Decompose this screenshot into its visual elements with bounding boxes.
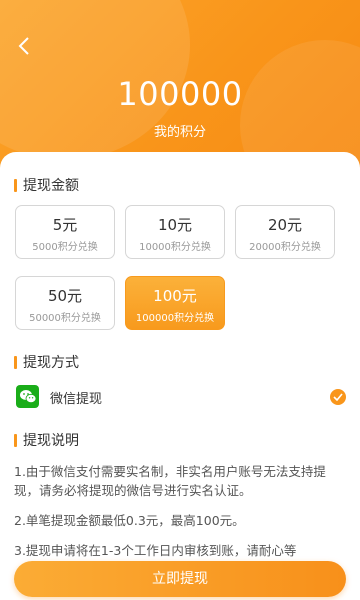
amount-value: 20元 — [267, 216, 303, 234]
withdraw-notes: 1.由于微信支付需要实名制，非实名用户账号无法支持提现，请务必将提现的微信号进行… — [14, 462, 346, 571]
amount-value: 10元 — [157, 216, 193, 234]
withdraw-now-button[interactable]: 立即提现 — [14, 561, 346, 597]
points-value: 100000 — [117, 75, 243, 113]
wechat-icon — [16, 385, 39, 408]
amount-cost: 100000积分兑换 — [135, 313, 215, 324]
method-section-title: 提现方式 — [14, 352, 79, 372]
chevron-left-icon — [18, 37, 29, 55]
note-item: 3.提现申请将在1-3个工作日内审核到账，请耐心等 — [14, 543, 297, 558]
points-header: 100000 我的积分 — [0, 0, 360, 175]
check-icon[interactable] — [330, 389, 346, 405]
section-marker — [14, 355, 17, 369]
amount-value: 100元 — [153, 287, 197, 305]
points-label: 我的积分 — [153, 125, 206, 140]
amount-section-title-text: 提现金额 — [23, 178, 79, 194]
amount-option-5[interactable]: 5元 5000积分兑换 — [15, 205, 115, 259]
section-marker — [14, 178, 17, 192]
wechat-withdraw-option[interactable]: 微信提现 — [0, 384, 360, 410]
amount-option-10[interactable]: 10元 10000积分兑换 — [125, 205, 225, 259]
notes-section-title: 提现说明 — [14, 430, 79, 450]
amount-cost: 50000积分兑换 — [29, 313, 101, 324]
amount-option-20[interactable]: 20元 20000积分兑换 — [235, 205, 335, 259]
amount-cost: 10000积分兑换 — [139, 242, 211, 253]
amount-value: 5元 — [52, 216, 78, 234]
amount-cost: 20000积分兑换 — [249, 242, 321, 253]
section-marker — [14, 433, 17, 447]
amount-value: 50元 — [47, 287, 83, 305]
amount-section-title: 提现金额 — [14, 175, 79, 195]
note-item: 1.由于微信支付需要实名制，非实名用户账号无法支持提现，请务必将提现的微信号进行… — [14, 464, 326, 498]
notes-section-title-text: 提现说明 — [23, 433, 79, 449]
note-item: 2.单笔提现金额最低0.3元，最高100元。 — [14, 513, 245, 528]
back-button[interactable] — [12, 34, 36, 58]
amount-option-50[interactable]: 50元 50000积分兑换 — [15, 276, 115, 330]
wechat-withdraw-label: 微信提现 — [50, 392, 103, 407]
amount-option-100[interactable]: 100元 100000积分兑换 — [125, 276, 225, 330]
amount-cost: 5000积分兑换 — [32, 242, 98, 253]
method-section-title-text: 提现方式 — [23, 355, 79, 371]
